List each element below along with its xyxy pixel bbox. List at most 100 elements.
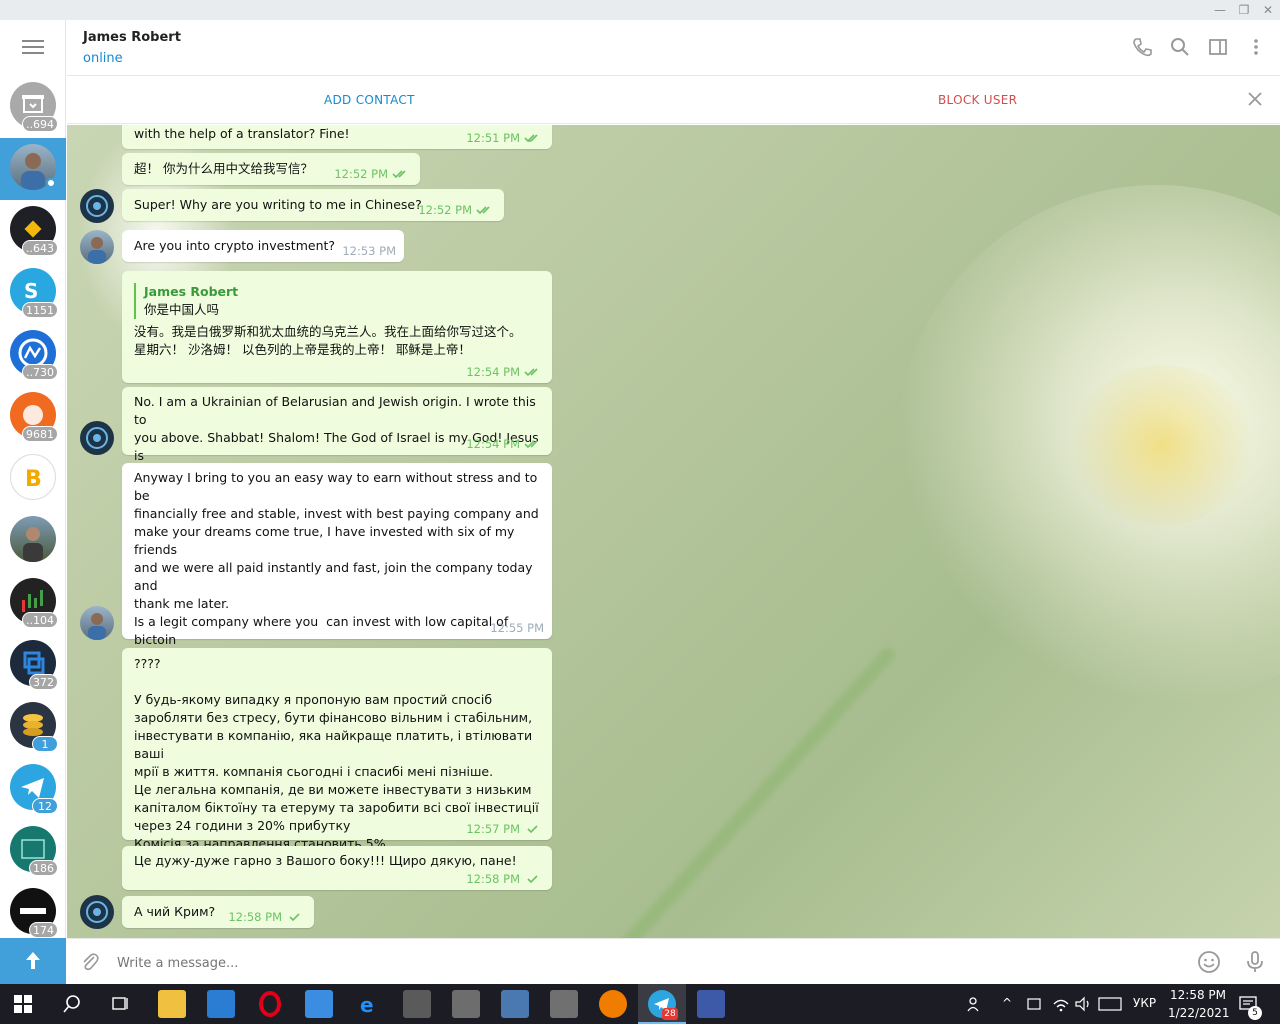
restore-icon[interactable]: ❐ xyxy=(1234,2,1254,18)
more-options-icon[interactable] xyxy=(1245,36,1267,58)
message-bubble-outgoing[interactable]: No. I am a Ukrainian of Belarusian and J… xyxy=(122,387,552,481)
chat-item-blue-logo-channel[interactable]: 372 xyxy=(0,634,66,696)
message-area[interactable]: with the help of a translator? Fine! 12:… xyxy=(67,125,1280,938)
store-icon[interactable] xyxy=(305,990,333,1018)
microphone-icon[interactable] xyxy=(1243,950,1267,974)
unread-badge: 174 xyxy=(29,922,58,938)
message-meta: 12:54 PM xyxy=(466,363,544,381)
chevron-up-icon[interactable]: ^ xyxy=(1002,996,1012,1010)
double-check-icon xyxy=(476,206,490,215)
clock-date[interactable]: 1/22/2021 xyxy=(1168,1006,1230,1020)
block-user-button[interactable]: BLOCK USER xyxy=(938,93,1017,107)
task-view-icon[interactable] xyxy=(110,994,130,1014)
scroll-to-top-button[interactable] xyxy=(0,938,66,984)
message-time: 12:53 PM xyxy=(342,244,396,258)
unread-badge: ..730 xyxy=(22,364,58,380)
message-bubble-outgoing[interactable]: with the help of a translator? Fine! 12:… xyxy=(122,125,552,149)
message-bubble-outgoing[interactable]: А чий Крим? 12:58 PM xyxy=(122,896,314,928)
chat-item-channel-s[interactable]: S 1151 xyxy=(0,262,66,324)
chat-item-battle-channel[interactable]: 174 xyxy=(0,882,66,944)
attach-icon[interactable] xyxy=(79,951,101,973)
svg-text:S: S xyxy=(24,279,38,303)
add-contact-button[interactable]: ADD CONTACT xyxy=(324,93,415,107)
message-bubble-outgoing[interactable]: James Robert 你是中国人吗 没有。我是白俄罗斯和犹太血统的乌克兰人。… xyxy=(122,271,552,383)
photos-icon[interactable] xyxy=(550,990,578,1018)
chat-item-coinmarketcap[interactable]: ..730 xyxy=(0,324,66,386)
avatar xyxy=(10,516,56,562)
telegram-taskbar-button[interactable]: 28 xyxy=(638,984,686,1024)
double-check-icon xyxy=(524,440,538,449)
hamburger-menu-icon[interactable] xyxy=(22,40,44,56)
clock-time[interactable]: 12:58 PM xyxy=(1170,988,1226,1002)
chat-item-telegram[interactable]: 12 xyxy=(0,758,66,820)
message-bubble-outgoing[interactable]: ???? У будь-якому випадку я пропоную вам… xyxy=(122,648,552,851)
message-time: 12:58 PM xyxy=(228,910,282,924)
message-bubble-outgoing[interactable]: 超！ 你为什么用中文给我写信？ 12:52 PM xyxy=(122,153,420,185)
emoji-icon[interactable] xyxy=(1197,950,1221,974)
message-bubble-incoming[interactable]: Are you into crypto investment? 12:53 PM xyxy=(122,230,404,262)
chat-item-pro-blockchain[interactable]: 186 xyxy=(0,820,66,882)
mail-icon[interactable] xyxy=(207,990,235,1018)
edge-icon[interactable]: e xyxy=(354,990,382,1018)
chat-item-binance[interactable]: ..643 xyxy=(0,200,66,262)
sender-avatar[interactable] xyxy=(80,189,114,223)
people-icon[interactable] xyxy=(966,995,984,1013)
chat-item-coins-channel[interactable]: 1 xyxy=(0,696,66,758)
wallpaper-flower-center xyxy=(1072,365,1252,525)
sidebar-toggle-icon[interactable] xyxy=(1207,36,1229,58)
message-meta: 12:52 PM xyxy=(334,165,412,183)
sender-avatar[interactable] xyxy=(80,421,114,455)
close-icon[interactable] xyxy=(1245,89,1265,109)
chat-item-orange-channel[interactable]: 9681 xyxy=(0,386,66,448)
message-bubble-outgoing[interactable]: Super! Why are you writing to me in Chin… xyxy=(122,189,504,221)
chat-item-person[interactable] xyxy=(0,510,66,572)
input-method-icon[interactable] xyxy=(1026,996,1044,1012)
contact-name[interactable]: James Robert xyxy=(83,30,181,45)
chat-item-james-robert[interactable] xyxy=(0,138,66,200)
language-indicator[interactable]: УКР xyxy=(1133,996,1156,1010)
message-input[interactable] xyxy=(117,953,1117,973)
app-icon[interactable] xyxy=(697,990,725,1018)
search-icon[interactable] xyxy=(62,994,82,1014)
sender-avatar[interactable] xyxy=(80,230,114,264)
message-bubble-incoming[interactable]: Anyway I bring to you an easy way to ear… xyxy=(122,463,552,719)
reply-author: James Robert xyxy=(144,284,239,299)
message-time: 12:55 PM xyxy=(490,621,544,635)
unread-badge: 186 xyxy=(29,860,58,876)
unread-badge: 12 xyxy=(32,798,58,814)
message-meta: 12:52 PM xyxy=(418,201,496,219)
message-time: 12:54 PM xyxy=(466,437,520,451)
bitcoin-icon: B xyxy=(10,454,56,500)
volume-icon[interactable] xyxy=(1074,996,1092,1012)
search-icon[interactable] xyxy=(1169,36,1191,58)
windows-start-icon[interactable] xyxy=(14,995,32,1013)
opera-icon[interactable] xyxy=(256,990,284,1018)
file-explorer-icon[interactable] xyxy=(158,990,186,1018)
sender-avatar[interactable] xyxy=(80,606,114,640)
message-meta: 12:55 PM xyxy=(490,619,544,637)
chat-item-trading-channel[interactable]: ..104 xyxy=(0,572,66,634)
chat-item-bitcoin-channel[interactable]: B xyxy=(0,448,66,510)
chat-item-archive[interactable]: ..694 xyxy=(0,76,66,138)
keyboard-icon[interactable] xyxy=(1098,996,1122,1012)
message-meta: 12:58 PM xyxy=(466,870,544,888)
unread-badge: ..694 xyxy=(22,116,58,132)
double-check-icon xyxy=(524,134,538,143)
minimize-icon[interactable]: — xyxy=(1210,2,1230,18)
wifi-icon[interactable] xyxy=(1052,996,1070,1012)
coin-app-icon[interactable] xyxy=(599,990,627,1018)
close-window-icon[interactable]: ✕ xyxy=(1258,2,1278,18)
sender-avatar[interactable] xyxy=(80,895,114,929)
single-check-icon xyxy=(527,875,538,884)
compose-bar xyxy=(67,938,1280,984)
reply-quote[interactable]: James Robert 你是中国人吗 xyxy=(134,283,540,319)
message-time: 12:54 PM xyxy=(466,365,520,379)
reply-text: 你是中国人吗 xyxy=(144,302,220,317)
double-check-icon xyxy=(392,170,406,179)
notification-count-badge: 5 xyxy=(1248,1006,1262,1020)
camera-icon[interactable] xyxy=(452,990,480,1018)
paint-icon[interactable] xyxy=(501,990,529,1018)
phone-icon[interactable] xyxy=(1131,36,1153,58)
message-bubble-outgoing[interactable]: Це дужу-дуже гарно з Вашого боку!!! Щиро… xyxy=(122,846,552,890)
microphone-app-icon[interactable] xyxy=(403,990,431,1018)
